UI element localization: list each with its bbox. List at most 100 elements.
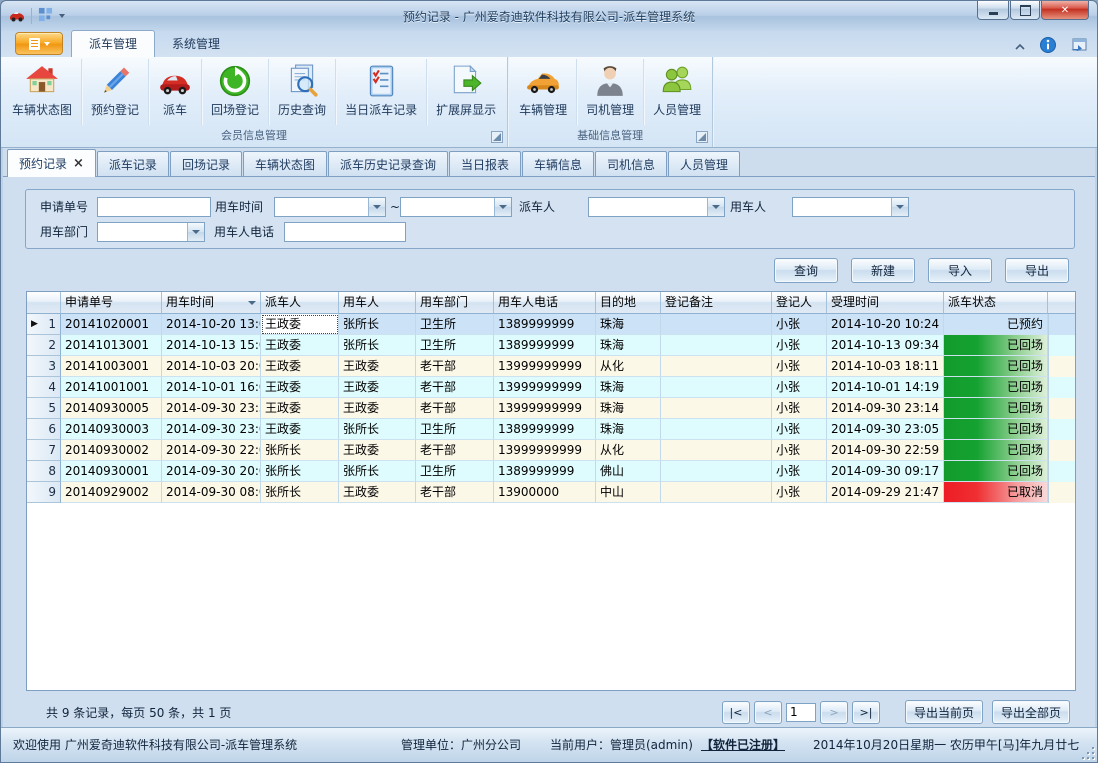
table-cell-use_time[interactable]: 2014-10-13 15:00 xyxy=(162,335,261,356)
table-cell-dispatcher[interactable]: 王政委 xyxy=(261,398,339,419)
table-cell-status[interactable]: 已回场 xyxy=(944,398,1048,419)
ribbon-tab-dispatch[interactable]: 派车管理 xyxy=(71,30,155,57)
table-cell-phone[interactable]: 13999999999 xyxy=(494,440,596,461)
table-cell-dispatcher[interactable]: 张所长 xyxy=(261,440,339,461)
table-cell-accept_time[interactable]: 2014-10-13 09:34 xyxy=(827,335,944,356)
export-button[interactable]: 导出 xyxy=(1005,258,1069,283)
table-cell-dispatcher[interactable]: 王政委 xyxy=(261,356,339,377)
app-menu-button[interactable] xyxy=(15,32,63,55)
row-header[interactable]: 3 xyxy=(27,356,61,377)
row-header[interactable]: 9 xyxy=(27,482,61,503)
table-cell-registrar[interactable]: 小张 xyxy=(772,335,827,356)
minimize-button[interactable] xyxy=(977,1,1009,20)
doc-tab-6[interactable]: 车辆信息 xyxy=(522,151,594,177)
column-header-user[interactable]: 用车人 xyxy=(339,292,416,314)
table-cell-destination[interactable]: 珠海 xyxy=(596,419,661,440)
resize-grip[interactable] xyxy=(1082,747,1094,759)
table-row[interactable]: 8201409300012014-09-30 20:00张所长张所长卫生所138… xyxy=(27,461,1075,482)
table-cell-dispatcher[interactable]: 王政委 xyxy=(261,335,339,356)
last-page-button[interactable]: >| xyxy=(852,701,880,724)
grid-corner-cell[interactable] xyxy=(27,292,61,314)
table-cell-destination[interactable]: 从化 xyxy=(596,356,661,377)
column-header-dept[interactable]: 用车部门 xyxy=(416,292,494,314)
row-header[interactable]: 5 xyxy=(27,398,61,419)
table-cell-use_time[interactable]: 2014-09-30 22:00 xyxy=(162,440,261,461)
table-cell-order_no[interactable]: 20140930005 xyxy=(61,398,162,419)
doc-tab-0[interactable]: 预约记录× xyxy=(7,149,96,177)
table-cell-dispatcher[interactable]: 王政委 xyxy=(261,314,339,335)
table-cell-status[interactable]: 已回场 xyxy=(944,377,1048,398)
table-cell-remark[interactable] xyxy=(661,398,772,419)
table-cell-destination[interactable]: 珠海 xyxy=(596,377,661,398)
export-all-pages-button[interactable]: 导出全部页 xyxy=(992,700,1070,724)
dispatcher-combo[interactable] xyxy=(588,197,725,217)
table-cell-use_time[interactable]: 2014-10-03 20:00 xyxy=(162,356,261,377)
driver-manage-button[interactable]: 司机管理 xyxy=(577,59,644,125)
table-cell-phone[interactable]: 13999999999 xyxy=(494,377,596,398)
dept-combo[interactable] xyxy=(97,222,205,242)
table-cell-user[interactable]: 王政委 xyxy=(339,377,416,398)
table-cell-dispatcher[interactable]: 王政委 xyxy=(261,377,339,398)
dialog-launcher-icon[interactable] xyxy=(491,131,503,143)
query-button[interactable]: 查询 xyxy=(774,258,838,283)
collapse-ribbon-icon[interactable] xyxy=(1014,40,1026,54)
table-cell-dept[interactable]: 老干部 xyxy=(416,356,494,377)
table-cell-phone[interactable]: 13999999999 xyxy=(494,398,596,419)
table-cell-use_time[interactable]: 2014-10-20 13:00 xyxy=(162,314,261,335)
table-row[interactable]: 6201409300032014-09-30 23:00王政委张所长卫生所138… xyxy=(27,419,1075,440)
table-cell-status[interactable]: 已回场 xyxy=(944,440,1048,461)
page-number-input[interactable] xyxy=(786,703,816,722)
use-time-from-combo[interactable] xyxy=(274,197,386,217)
doc-tab-3[interactable]: 车辆状态图 xyxy=(243,151,327,177)
table-row[interactable]: ▶1201410200012014-10-20 13:00王政委张所长卫生所13… xyxy=(27,314,1075,335)
table-cell-order_no[interactable]: 20140930003 xyxy=(61,419,162,440)
table-cell-registrar[interactable]: 小张 xyxy=(772,398,827,419)
table-cell-user[interactable]: 张所长 xyxy=(339,419,416,440)
table-cell-order_no[interactable]: 20140929002 xyxy=(61,482,162,503)
table-cell-accept_time[interactable]: 2014-10-03 18:11 xyxy=(827,356,944,377)
first-page-button[interactable]: |< xyxy=(722,701,750,724)
column-header-dispatcher[interactable]: 派车人 xyxy=(261,292,339,314)
extended-screen-button[interactable]: 扩展屏显示 xyxy=(427,59,505,125)
user-combo[interactable] xyxy=(792,197,909,217)
table-cell-registrar[interactable]: 小张 xyxy=(772,440,827,461)
doc-tab-8[interactable]: 人员管理 xyxy=(668,151,740,177)
prev-page-button[interactable]: < xyxy=(754,701,782,724)
table-cell-user[interactable]: 张所长 xyxy=(339,335,416,356)
table-cell-status[interactable]: 已回场 xyxy=(944,356,1048,377)
table-cell-phone[interactable]: 1389999999 xyxy=(494,314,596,335)
switch-window-icon[interactable] xyxy=(1070,38,1087,56)
personnel-manage-button[interactable]: 人员管理 xyxy=(644,59,710,125)
table-cell-user[interactable]: 张所长 xyxy=(339,461,416,482)
table-cell-accept_time[interactable]: 2014-10-20 10:24 xyxy=(827,314,944,335)
new-button[interactable]: 新建 xyxy=(851,258,915,283)
table-cell-user[interactable]: 王政委 xyxy=(339,398,416,419)
column-header-accept_time[interactable]: 受理时间 xyxy=(827,292,944,314)
table-cell-use_time[interactable]: 2014-09-30 20:00 xyxy=(162,461,261,482)
doc-tab-1[interactable]: 派车记录 xyxy=(97,151,169,177)
table-row[interactable]: 3201410030012014-10-03 20:00王政委王政委老干部139… xyxy=(27,356,1075,377)
table-cell-accept_time[interactable]: 2014-09-30 22:59 xyxy=(827,440,944,461)
doc-tab-7[interactable]: 司机信息 xyxy=(595,151,667,177)
row-header[interactable]: 7 xyxy=(27,440,61,461)
info-icon[interactable] xyxy=(1040,37,1056,56)
table-cell-remark[interactable] xyxy=(661,314,772,335)
next-page-button[interactable]: > xyxy=(820,701,848,724)
use-time-to-combo[interactable] xyxy=(400,197,512,217)
table-cell-phone[interactable]: 13999999999 xyxy=(494,356,596,377)
table-cell-registrar[interactable]: 小张 xyxy=(772,461,827,482)
quick-access-dropdown-icon[interactable] xyxy=(59,14,65,18)
table-cell-remark[interactable] xyxy=(661,461,772,482)
table-cell-order_no[interactable]: 20140930002 xyxy=(61,440,162,461)
table-cell-use_time[interactable]: 2014-09-30 23:30 xyxy=(162,398,261,419)
export-current-page-button[interactable]: 导出当前页 xyxy=(905,700,983,724)
table-cell-remark[interactable] xyxy=(661,377,772,398)
table-cell-order_no[interactable]: 20141013001 xyxy=(61,335,162,356)
table-cell-status[interactable]: 已回场 xyxy=(944,335,1048,356)
column-header-remark[interactable]: 登记备注 xyxy=(661,292,772,314)
table-cell-phone[interactable]: 1389999999 xyxy=(494,335,596,356)
phone-input[interactable] xyxy=(284,222,406,242)
doc-tab-2[interactable]: 回场记录 xyxy=(170,151,242,177)
table-row[interactable]: 7201409300022014-09-30 22:00张所长王政委老干部139… xyxy=(27,440,1075,461)
vehicle-status-chart-button[interactable]: 车辆状态图 xyxy=(3,59,82,125)
